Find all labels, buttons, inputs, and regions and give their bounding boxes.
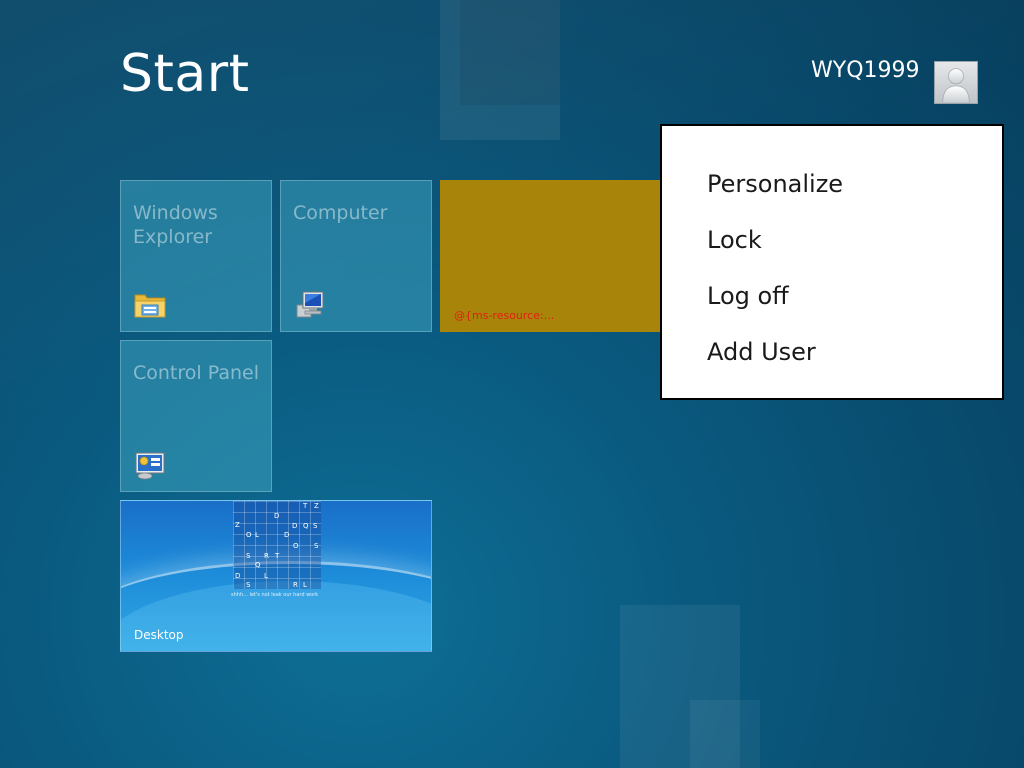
grid-letter: O [293, 542, 299, 550]
tile-label: @{ms-resource:... [454, 309, 555, 322]
control-panel-icon [133, 449, 167, 481]
grid-letter: Z [314, 502, 319, 510]
avatar[interactable] [934, 61, 978, 104]
computer-icon [293, 289, 327, 321]
grid-letter: D [235, 572, 241, 580]
tile-label: Desktop [134, 628, 184, 642]
grid-letter: D [284, 531, 290, 539]
tile-label: Control Panel [133, 362, 259, 384]
grid-letter: Q [303, 522, 309, 530]
grid-letter: Z [235, 521, 240, 529]
grid-letter: O [246, 531, 252, 539]
grid-letter: R [293, 581, 298, 589]
grid-letter: T [275, 552, 280, 560]
tile-windows-explorer[interactable]: Windows Explorer [120, 180, 272, 332]
background-shape [620, 605, 740, 768]
menu-item-personalize[interactable]: Personalize [707, 170, 843, 198]
grid-letter: T [303, 502, 308, 510]
user-name[interactable]: WYQ1999 [811, 60, 920, 82]
grid-letter: S [246, 581, 251, 589]
grid-letter: D [292, 522, 298, 530]
tile-computer[interactable]: Computer [280, 180, 432, 332]
menu-item-lock[interactable]: Lock [707, 226, 762, 254]
tile-label: Computer [293, 202, 388, 224]
background-shape [460, 0, 560, 105]
grid-letter: L [255, 531, 259, 539]
menu-item-add-user[interactable]: Add User [707, 338, 816, 366]
grid-letter: L [303, 581, 307, 589]
grid-letter: L [264, 572, 268, 580]
user-silhouette-icon [942, 68, 970, 103]
grid-letter: Q [255, 561, 261, 569]
wallpaper-letter-grid: T Z Z D D Q S O L D O S S R T Q D L S R … [233, 501, 321, 589]
tile-control-panel[interactable]: Control Panel [120, 340, 272, 492]
page-title: Start [120, 44, 250, 104]
menu-item-log-off[interactable]: Log off [707, 282, 789, 310]
grid-letter: S [313, 522, 318, 530]
grid-letter: S [246, 552, 251, 560]
background-shape [690, 700, 760, 768]
wallpaper-caption: shhh... let's not leak our hard work [231, 592, 319, 598]
grid-letter: D [274, 512, 280, 520]
tile-label: Windows Explorer [133, 202, 218, 248]
grid-letter: S [314, 542, 319, 550]
background-shape [440, 0, 560, 140]
tile-desktop[interactable]: T Z Z D D Q S O L D O S S R T Q D L S R … [120, 500, 432, 652]
tile-app-resource[interactable]: @{ms-resource:... [440, 180, 662, 332]
user-context-menu: Personalize Lock Log off Add User [660, 124, 1004, 400]
grid-letter: R [264, 552, 269, 560]
folder-icon [133, 289, 167, 321]
